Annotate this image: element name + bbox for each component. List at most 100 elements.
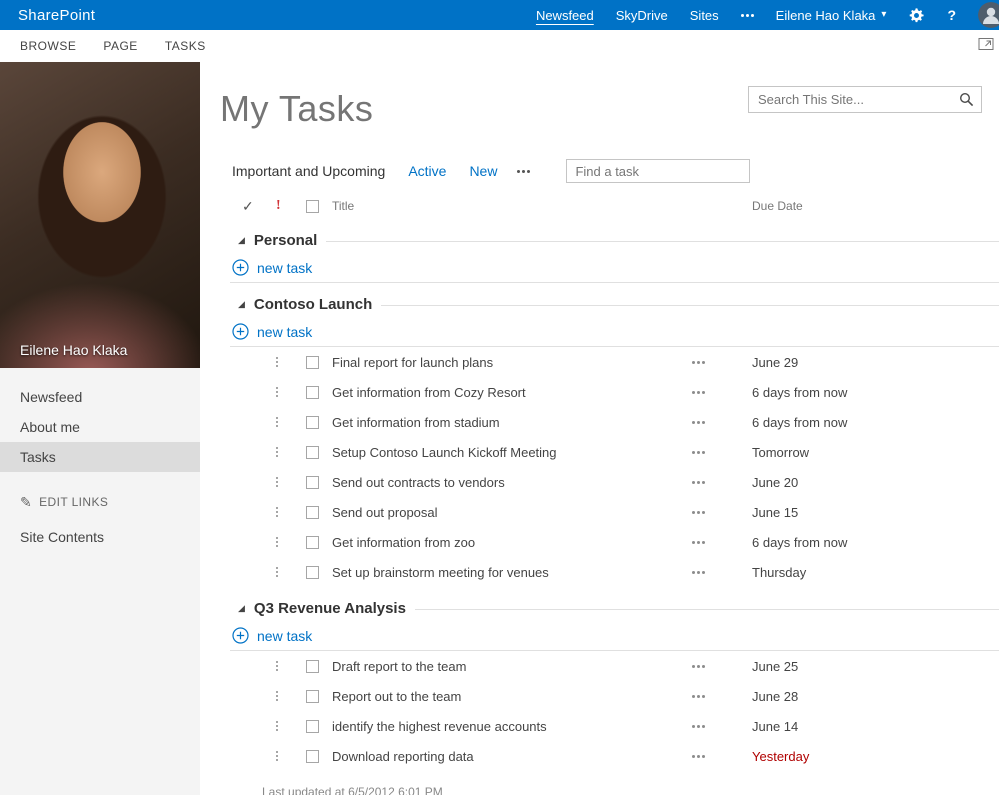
view-active[interactable]: Active [408, 163, 446, 179]
task-title[interactable]: Final report for launch plans [332, 355, 692, 370]
settings-gear-icon[interactable] [908, 7, 925, 24]
sharepoint-logo[interactable]: SharePoint [18, 7, 95, 24]
drag-handle-icon[interactable] [276, 417, 306, 427]
title-column-header[interactable]: Title [332, 199, 692, 213]
tab-browse[interactable]: BROWSE [20, 39, 76, 53]
task-title[interactable]: Get information from Cozy Resort [332, 385, 692, 400]
ribbon-bar: BROWSE PAGE TASKS [0, 30, 999, 62]
task-group: ◢ Q3 Revenue Analysis new task Draft rep… [230, 595, 999, 771]
task-title[interactable]: Download reporting data [332, 749, 692, 764]
group-header[interactable]: ◢ Personal [230, 227, 999, 253]
suite-bar-right: Newsfeed SkyDrive Sites Eilene Hao Klaka… [536, 2, 999, 28]
search-icon[interactable] [959, 92, 974, 112]
task-checkbox[interactable] [306, 386, 319, 399]
task-ellipsis-menu-icon[interactable] [692, 481, 752, 484]
drag-handle-icon[interactable] [276, 721, 306, 731]
important-column-icon[interactable]: ! [276, 198, 306, 214]
task-title[interactable]: Get information from stadium [332, 415, 692, 430]
task-checkbox[interactable] [306, 566, 319, 579]
views-ellipsis-icon[interactable] [517, 170, 530, 173]
suite-link-sites[interactable]: Sites [690, 8, 719, 23]
view-important-and-upcoming[interactable]: Important and Upcoming [232, 163, 385, 179]
task-checkbox[interactable] [306, 506, 319, 519]
task-checkbox[interactable] [306, 416, 319, 429]
task-title[interactable]: Draft report to the team [332, 659, 692, 674]
collapse-triangle-icon[interactable]: ◢ [238, 236, 245, 245]
task-due-date: June 25 [752, 659, 999, 674]
sidebar-item-newsfeed[interactable]: Newsfeed [0, 382, 200, 412]
drag-handle-icon[interactable] [276, 477, 306, 487]
task-ellipsis-menu-icon[interactable] [692, 451, 752, 454]
sidebar-item-about-me[interactable]: About me [0, 412, 200, 442]
user-avatar-icon[interactable] [978, 2, 999, 28]
drag-handle-icon[interactable] [276, 691, 306, 701]
due-date-column-header[interactable]: Due Date [752, 199, 999, 213]
plus-circle-icon [232, 323, 249, 340]
completed-column-icon[interactable]: ✓ [242, 198, 276, 215]
drag-handle-icon[interactable] [276, 751, 306, 761]
task-due-date: 6 days from now [752, 535, 999, 550]
drag-handle-icon[interactable] [276, 507, 306, 517]
task-title[interactable]: identify the highest revenue accounts [332, 719, 692, 734]
tab-page[interactable]: PAGE [103, 39, 137, 53]
task-checkbox[interactable] [306, 476, 319, 489]
task-due-date: 6 days from now [752, 415, 999, 430]
help-icon[interactable]: ? [947, 7, 956, 23]
suite-ellipsis-icon[interactable] [741, 14, 754, 17]
drag-handle-icon[interactable] [276, 357, 306, 367]
collapse-triangle-icon[interactable]: ◢ [238, 300, 245, 309]
tab-tasks[interactable]: TASKS [165, 39, 206, 53]
suite-link-newsfeed[interactable]: Newsfeed [536, 8, 594, 23]
task-title[interactable]: Get information from zoo [332, 535, 692, 550]
sidebar-item-tasks[interactable]: Tasks [0, 442, 200, 472]
focus-on-content-icon[interactable] [978, 37, 994, 56]
chevron-down-icon: ▾ [881, 10, 886, 20]
sidebar-item-site-contents[interactable]: Site Contents [0, 522, 200, 552]
task-title[interactable]: Set up brainstorm meeting for venues [332, 565, 692, 580]
task-ellipsis-menu-icon[interactable] [692, 725, 752, 728]
drag-handle-icon[interactable] [276, 567, 306, 577]
group-header[interactable]: ◢ Contoso Launch [230, 291, 999, 317]
drag-handle-icon[interactable] [276, 537, 306, 547]
new-task-button[interactable]: new task [230, 317, 999, 347]
drag-handle-icon[interactable] [276, 661, 306, 671]
edit-links-button[interactable]: ✎ EDIT LINKS [0, 490, 200, 514]
new-task-button[interactable]: new task [230, 621, 999, 651]
task-ellipsis-menu-icon[interactable] [692, 755, 752, 758]
user-menu[interactable]: Eilene Hao Klaka ▾ [776, 8, 887, 23]
task-checkbox[interactable] [306, 446, 319, 459]
task-checkbox[interactable] [306, 690, 319, 703]
task-ellipsis-menu-icon[interactable] [692, 391, 752, 394]
new-task-button[interactable]: new task [230, 253, 999, 283]
search-input[interactable] [748, 86, 982, 113]
task-row: Send out proposal June 15 [230, 497, 999, 527]
task-title[interactable]: Report out to the team [332, 689, 692, 704]
collapse-triangle-icon[interactable]: ◢ [238, 604, 245, 613]
suite-link-skydrive[interactable]: SkyDrive [616, 8, 668, 23]
task-title[interactable]: Send out proposal [332, 505, 692, 520]
drag-handle-icon[interactable] [276, 387, 306, 397]
task-checkbox[interactable] [306, 660, 319, 673]
task-ellipsis-menu-icon[interactable] [692, 665, 752, 668]
task-checkbox[interactable] [306, 356, 319, 369]
task-ellipsis-menu-icon[interactable] [692, 421, 752, 424]
task-ellipsis-menu-icon[interactable] [692, 571, 752, 574]
task-ellipsis-menu-icon[interactable] [692, 511, 752, 514]
group-name: Contoso Launch [254, 296, 372, 313]
task-groups: ◢ Personal new task ◢ Contoso Launch new… [230, 227, 999, 771]
select-all-checkbox[interactable] [306, 200, 319, 213]
task-checkbox[interactable] [306, 720, 319, 733]
task-ellipsis-menu-icon[interactable] [692, 695, 752, 698]
task-title[interactable]: Send out contracts to vendors [332, 475, 692, 490]
task-due-date: June 15 [752, 505, 999, 520]
task-ellipsis-menu-icon[interactable] [692, 541, 752, 544]
view-new[interactable]: New [469, 163, 497, 179]
task-checkbox[interactable] [306, 536, 319, 549]
group-header[interactable]: ◢ Q3 Revenue Analysis [230, 595, 999, 621]
pencil-icon: ✎ [20, 494, 32, 511]
task-ellipsis-menu-icon[interactable] [692, 361, 752, 364]
task-title[interactable]: Setup Contoso Launch Kickoff Meeting [332, 445, 692, 460]
find-task-input[interactable] [566, 159, 750, 183]
task-checkbox[interactable] [306, 750, 319, 763]
drag-handle-icon[interactable] [276, 447, 306, 457]
